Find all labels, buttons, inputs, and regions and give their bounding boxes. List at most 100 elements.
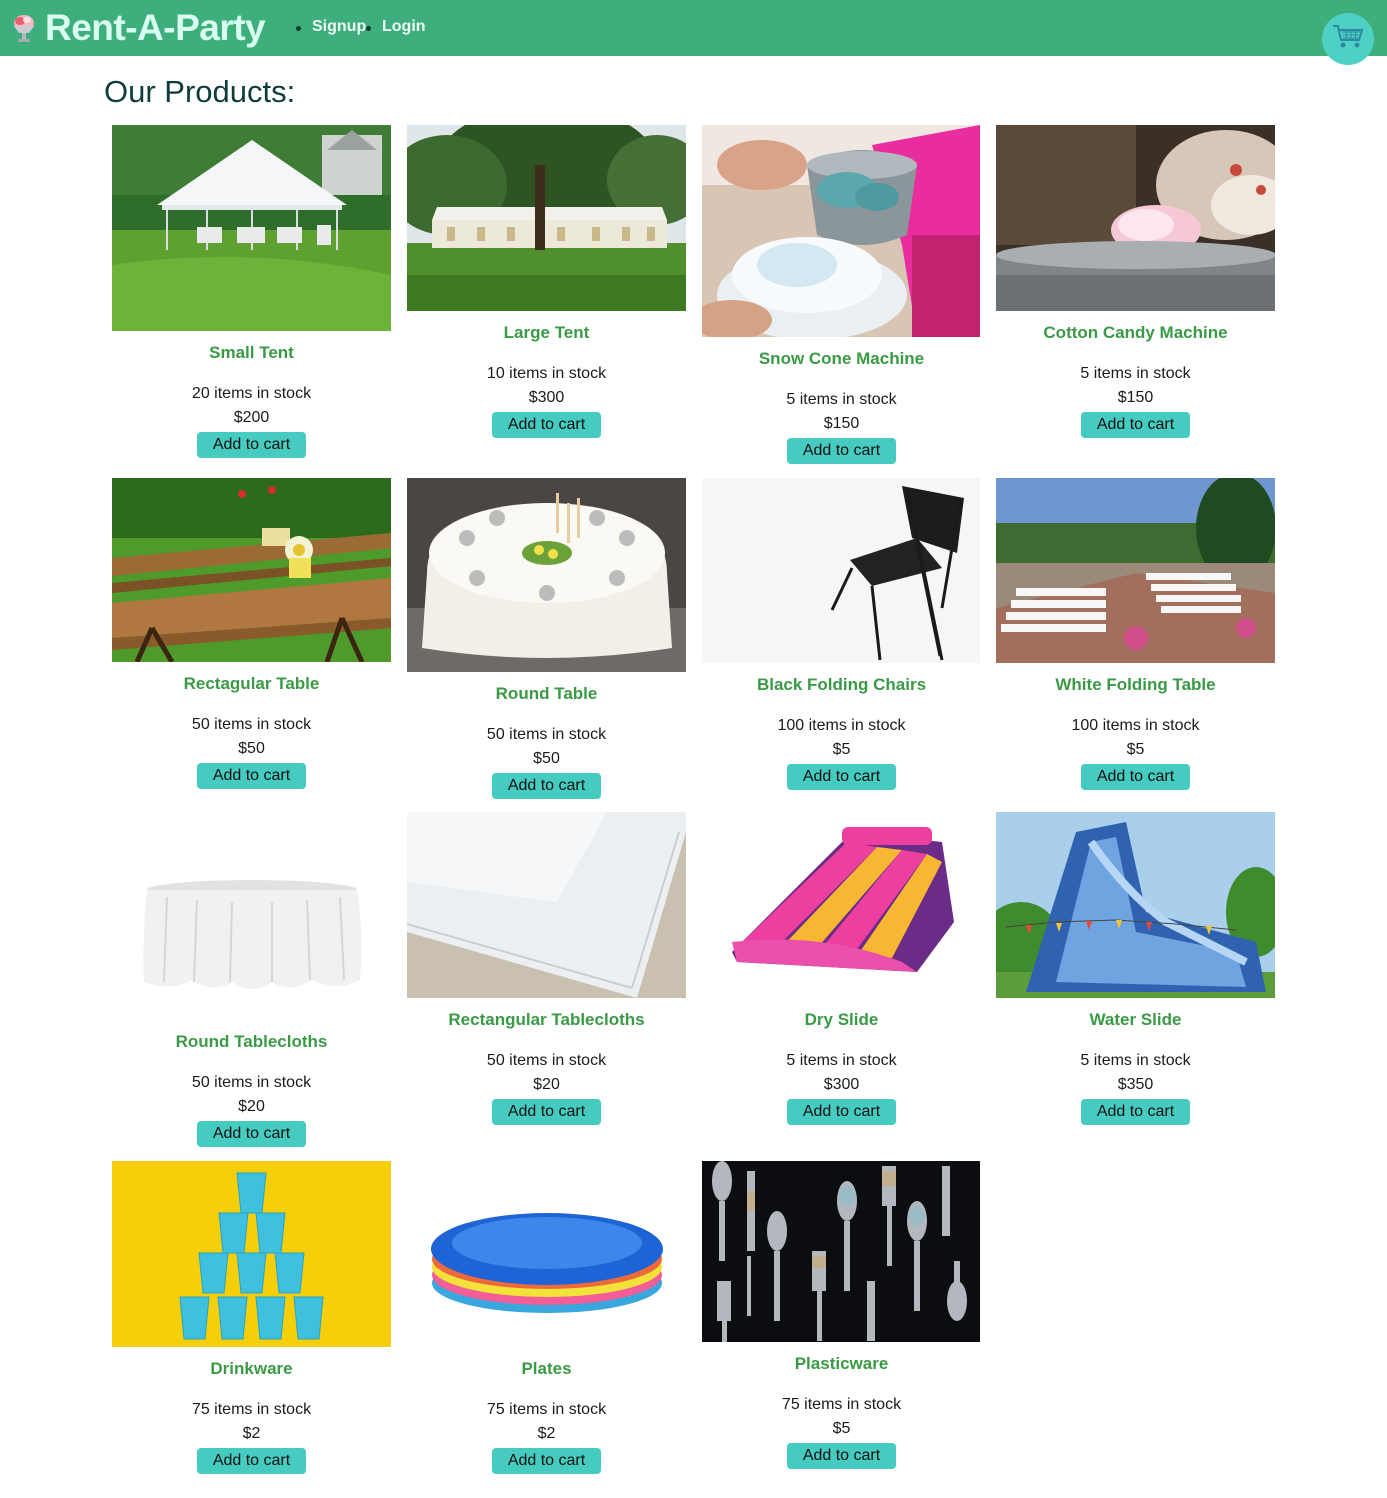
product-image-black-folding-chair [702,478,981,663]
product-price: $300 [823,1076,860,1093]
product-price: $50 [533,750,560,767]
product-name[interactable]: Black Folding Chairs [702,674,981,696]
add-to-cart-button[interactable]: Add to cart [492,773,601,799]
product-card: Dry Slide 5 items in stock $300 Add to c… [702,812,981,1125]
add-to-cart-button[interactable]: Add to cart [492,412,601,438]
product-card: Black Folding Chairs 100 items in stock … [702,478,981,790]
page-title: Our Products: [104,74,296,109]
product-card: Round Table 50 items in stock $50 Add to… [407,478,686,799]
add-to-cart-button[interactable]: Add to cart [197,1121,306,1147]
product-name[interactable]: Water Slide [996,1009,1275,1031]
product-card: Plates 75 items in stock $2 Add to cart [407,1161,686,1474]
product-stock: 50 items in stock [191,1074,312,1091]
product-name[interactable]: Round Table [407,683,686,705]
product-image-rectangular-tablecloth [407,812,686,998]
product-stock: 5 items in stock [786,391,897,408]
product-card: White Folding Table 100 items in stock $… [996,478,1275,790]
product-card: Water Slide 5 items in stock $350 Add to… [996,812,1275,1125]
product-card: Rectangular Tablecloths 50 items in stoc… [407,812,686,1125]
product-price: $2 [242,1425,261,1442]
bullet-icon [296,26,301,31]
brand-title[interactable]: Rent-A-Party [45,6,266,50]
add-to-cart-button[interactable]: Add to cart [787,1099,896,1125]
product-name[interactable]: Cotton Candy Machine [996,322,1275,344]
product-price: $2 [537,1425,556,1442]
add-to-cart-button[interactable]: Add to cart [1081,1099,1190,1125]
product-name[interactable]: White Folding Table [996,674,1275,696]
product-name[interactable]: Round Tablecloths [112,1031,391,1053]
product-card: Plasticware 75 items in stock $5 Add to … [702,1161,981,1469]
product-price: $150 [1117,389,1154,406]
product-image-drinkware [112,1161,391,1347]
product-price: $5 [832,741,851,758]
product-stock: 5 items in stock [1080,1052,1191,1069]
product-price: $350 [1117,1076,1154,1093]
add-to-cart-button[interactable]: Add to cart [197,432,306,458]
product-card: Drinkware 75 items in stock $2 Add to ca… [112,1161,391,1474]
product-card: Rectagular Table 50 items in stock $50 A… [112,478,391,789]
product-image-rectangular-table [112,478,391,662]
product-stock: 75 items in stock [781,1396,902,1413]
product-name[interactable]: Plasticware [702,1353,981,1375]
bullet-icon [366,26,371,31]
snow-cone-icon [9,13,39,43]
product-image-plasticware [702,1161,981,1342]
add-to-cart-button[interactable]: Add to cart [787,1443,896,1469]
product-image-snow-cone-machine [702,125,981,337]
product-stock: 50 items in stock [486,1052,607,1069]
product-card: Cotton Candy Machine 5 items in stock $1… [996,125,1275,438]
product-name[interactable]: Rectangular Tablecloths [407,1009,686,1031]
add-to-cart-button[interactable]: Add to cart [787,764,896,790]
product-image-plates [407,1161,686,1347]
product-stock: 75 items in stock [191,1401,312,1418]
product-price: $150 [823,415,860,432]
product-image-water-slide [996,812,1275,998]
nav-signup-link[interactable]: Signup [312,18,366,36]
product-stock: 20 items in stock [191,385,312,402]
add-to-cart-button[interactable]: Add to cart [787,438,896,464]
product-card: Large Tent 10 items in stock $300 Add to… [407,125,686,438]
nav-login-link[interactable]: Login [382,18,426,36]
product-stock: 5 items in stock [786,1052,897,1069]
product-price: $300 [528,389,565,406]
product-image-round-tablecloth [112,812,391,1020]
product-price: $200 [233,409,270,426]
product-name[interactable]: Small Tent [112,342,391,364]
product-stock: 100 items in stock [777,717,906,734]
product-price: $5 [832,1420,851,1437]
top-navbar: Rent-A-Party Signup Login [0,0,1387,65]
product-image-small-tent [112,125,391,331]
product-image-white-folding-chairs [996,478,1275,663]
product-image-round-table [407,478,686,672]
product-name[interactable]: Plates [407,1358,686,1380]
product-stock: 5 items in stock [1080,365,1191,382]
add-to-cart-button[interactable]: Add to cart [197,763,306,789]
add-to-cart-button[interactable]: Add to cart [197,1448,306,1474]
add-to-cart-button[interactable]: Add to cart [492,1099,601,1125]
product-name[interactable]: Snow Cone Machine [702,348,981,370]
shopping-cart-icon [1331,22,1365,57]
product-stock: 100 items in stock [1071,717,1200,734]
product-stock: 75 items in stock [486,1401,607,1418]
product-image-cotton-candy-machine [996,125,1275,311]
product-name[interactable]: Large Tent [407,322,686,344]
product-stock: 50 items in stock [191,716,312,733]
add-to-cart-button[interactable]: Add to cart [1081,764,1190,790]
product-price: $20 [533,1076,560,1093]
product-image-large-tent [407,125,686,311]
product-price: $20 [238,1098,265,1115]
product-card: Small Tent 20 items in stock $200 Add to… [112,125,391,458]
product-price: $5 [1126,741,1145,758]
product-name[interactable]: Rectagular Table [112,673,391,695]
product-image-dry-slide [702,812,981,998]
product-name[interactable]: Drinkware [112,1358,391,1380]
product-stock: 10 items in stock [486,365,607,382]
add-to-cart-button[interactable]: Add to cart [492,1448,601,1474]
add-to-cart-button[interactable]: Add to cart [1081,412,1190,438]
product-card: Snow Cone Machine 5 items in stock $150 … [702,125,981,464]
product-name[interactable]: Dry Slide [702,1009,981,1031]
product-price: $50 [238,740,265,757]
product-stock: 50 items in stock [486,726,607,743]
product-card: Round Tablecloths 50 items in stock $20 … [112,812,391,1147]
cart-button[interactable] [1322,13,1374,65]
